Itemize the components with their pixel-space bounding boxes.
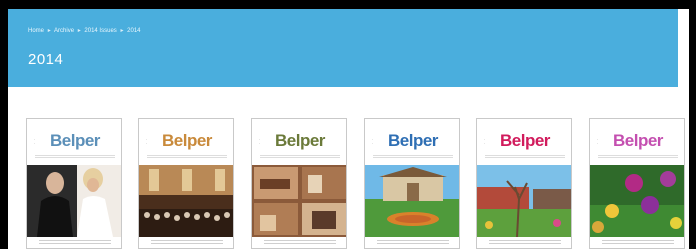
cover-brand-title: Belper	[275, 131, 325, 150]
cover-footer-text	[264, 240, 336, 246]
cover-footer-text	[151, 240, 223, 246]
masthead-small-print: · ·	[146, 137, 148, 146]
cover-masthead: · · Belper	[27, 119, 121, 165]
breadcrumb-separator-icon: ▸	[47, 28, 51, 34]
magazine-cover-2[interactable]: · · Belper	[138, 118, 234, 249]
masthead-rule	[147, 155, 227, 159]
magazine-cover-3[interactable]: · · Belper	[251, 118, 347, 249]
page-title: 2014	[28, 51, 64, 68]
magazine-cover-6[interactable]: · · Belper	[589, 118, 685, 249]
cover-brand-title: Belper	[50, 131, 100, 150]
breadcrumb-current: 2014	[127, 28, 141, 34]
breadcrumb-separator-icon: ▸	[120, 28, 124, 34]
masthead-rule	[260, 155, 340, 159]
cover-footer-text	[39, 240, 111, 246]
masthead-rule	[598, 155, 678, 159]
cover-masthead: · · Belper	[590, 119, 684, 165]
cover-photo	[365, 165, 459, 237]
breadcrumb-issues[interactable]: 2014 Issues	[84, 28, 116, 34]
breadcrumb-separator-icon: ▸	[77, 28, 81, 34]
breadcrumb-archive[interactable]: Archive	[54, 28, 74, 34]
cover-masthead: · · Belper	[477, 119, 571, 165]
cover-photo	[27, 165, 121, 237]
cover-masthead: · · Belper	[365, 119, 459, 165]
page-header: Home ▸ Archive ▸ 2014 Issues ▸ 2014 2014	[8, 9, 678, 87]
cover-photo	[477, 165, 571, 237]
breadcrumb: Home ▸ Archive ▸ 2014 Issues ▸ 2014	[28, 27, 141, 34]
cover-footer-text	[377, 240, 449, 246]
masthead-small-print: · ·	[597, 137, 599, 146]
cover-footer-text	[602, 240, 674, 246]
masthead-rule	[373, 155, 453, 159]
cover-photo	[139, 165, 233, 237]
masthead-rule	[35, 155, 115, 159]
masthead-rule	[485, 155, 565, 159]
cover-footer-text	[489, 240, 561, 246]
cover-masthead: · · Belper	[139, 119, 233, 165]
cover-brand-title: Belper	[388, 131, 438, 150]
cover-masthead: · · Belper	[252, 119, 346, 165]
cover-brand-title: Belper	[500, 131, 550, 150]
masthead-small-print: · ·	[259, 137, 261, 146]
cover-photo	[590, 165, 684, 237]
magazine-cover-5[interactable]: · · Belper	[476, 118, 572, 249]
masthead-small-print: · ·	[34, 137, 36, 146]
magazine-cover-1[interactable]: · · Belper	[26, 118, 122, 249]
cover-photo	[252, 165, 346, 237]
masthead-small-print: · ·	[372, 137, 374, 146]
cover-brand-title: Belper	[162, 131, 212, 150]
masthead-small-print: · ·	[484, 137, 486, 146]
cover-brand-title: Belper	[613, 131, 663, 150]
magazine-cover-4[interactable]: · · Belper	[364, 118, 460, 249]
breadcrumb-home[interactable]: Home	[28, 28, 44, 34]
